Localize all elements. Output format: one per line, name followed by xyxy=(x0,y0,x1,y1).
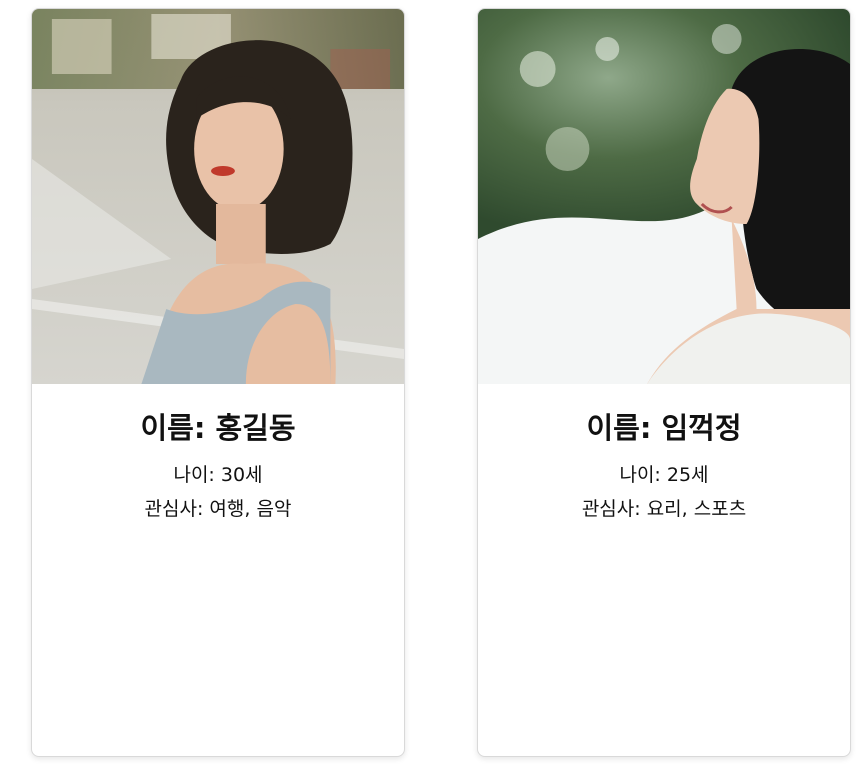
profile-photo xyxy=(32,9,404,384)
profile-interests: 관심사: 요리, 스포츠 xyxy=(581,498,747,520)
profile-card: 이름: 홍길동 나이: 30세 관심사: 여행, 음악 xyxy=(31,8,405,757)
profile-card: 이름: 임꺽정 나이: 25세 관심사: 요리, 스포츠 xyxy=(477,8,851,757)
profile-age: 나이: 30세 xyxy=(173,464,263,486)
profile-photo-image xyxy=(32,9,404,384)
profile-photo-image xyxy=(478,9,850,384)
profile-age: 나이: 25세 xyxy=(619,464,709,486)
profile-name: 이름: 홍길동 xyxy=(140,411,296,445)
profile-photo xyxy=(478,9,850,384)
profile-name: 이름: 임꺽정 xyxy=(586,411,742,445)
profile-interests: 관심사: 여행, 음악 xyxy=(144,498,292,520)
